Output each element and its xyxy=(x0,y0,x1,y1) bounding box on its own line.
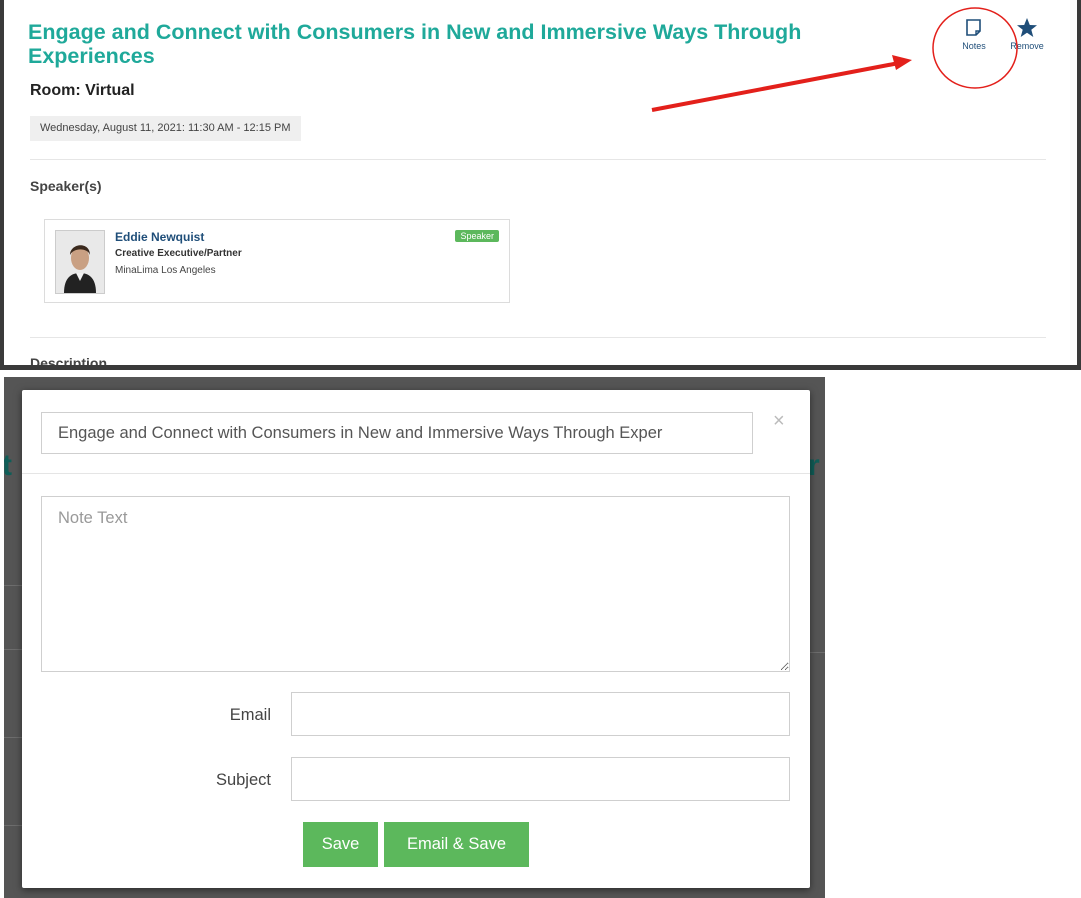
note-text-area[interactable] xyxy=(41,496,790,672)
remove-button[interactable]: Remove xyxy=(1004,18,1050,51)
session-title: Engage and Connect with Consumers in New… xyxy=(28,20,802,68)
email-label: Email xyxy=(229,706,271,724)
speaker-name-link[interactable]: Eddie Newquist xyxy=(115,230,204,244)
backdrop-divider xyxy=(4,585,22,586)
close-icon[interactable]: × xyxy=(773,410,785,433)
subject-label: Subject xyxy=(215,771,271,789)
notes-modal-overlay: t r × Email Subject Save Email & Save xyxy=(4,377,825,898)
email-and-save-button[interactable]: Email & Save xyxy=(384,822,529,867)
room-label: Room: Virtual xyxy=(30,82,135,99)
speaker-organization: MinaLima Los Angeles xyxy=(115,265,216,276)
speakers-heading: Speaker(s) xyxy=(30,178,102,194)
speaker-card: Eddie Newquist Creative Executive/Partne… xyxy=(44,219,510,303)
backdrop-divider xyxy=(4,825,22,826)
notes-button[interactable]: Notes xyxy=(954,18,994,51)
speaker-role: Creative Executive/Partner xyxy=(115,248,242,259)
session-actions: Notes Remove xyxy=(954,18,1054,58)
star-icon xyxy=(1004,18,1050,38)
session-detail-panel: Engage and Connect with Consumers in New… xyxy=(0,0,1081,370)
save-button[interactable]: Save xyxy=(303,822,378,867)
session-datetime: Wednesday, August 11, 2021: 11:30 AM - 1… xyxy=(30,116,301,141)
annotation-arrow xyxy=(651,61,900,112)
backdrop-divider xyxy=(4,649,22,650)
email-field[interactable] xyxy=(291,692,790,736)
speaker-photo xyxy=(55,230,105,294)
divider xyxy=(30,337,1046,338)
notes-label: Notes xyxy=(962,41,986,51)
description-heading: Description xyxy=(30,355,108,370)
remove-label: Remove xyxy=(1010,41,1044,51)
divider xyxy=(30,159,1046,160)
speaker-badge: Speaker xyxy=(455,230,499,242)
backdrop-divider xyxy=(810,652,825,653)
backdrop-fragment: t xyxy=(4,449,12,482)
notes-modal: × Email Subject Save Email & Save xyxy=(22,390,810,888)
modal-header: × xyxy=(22,390,810,474)
subject-field[interactable] xyxy=(291,757,790,801)
note-title-input[interactable] xyxy=(41,412,753,454)
note-icon xyxy=(954,18,994,38)
backdrop-divider xyxy=(4,737,22,738)
